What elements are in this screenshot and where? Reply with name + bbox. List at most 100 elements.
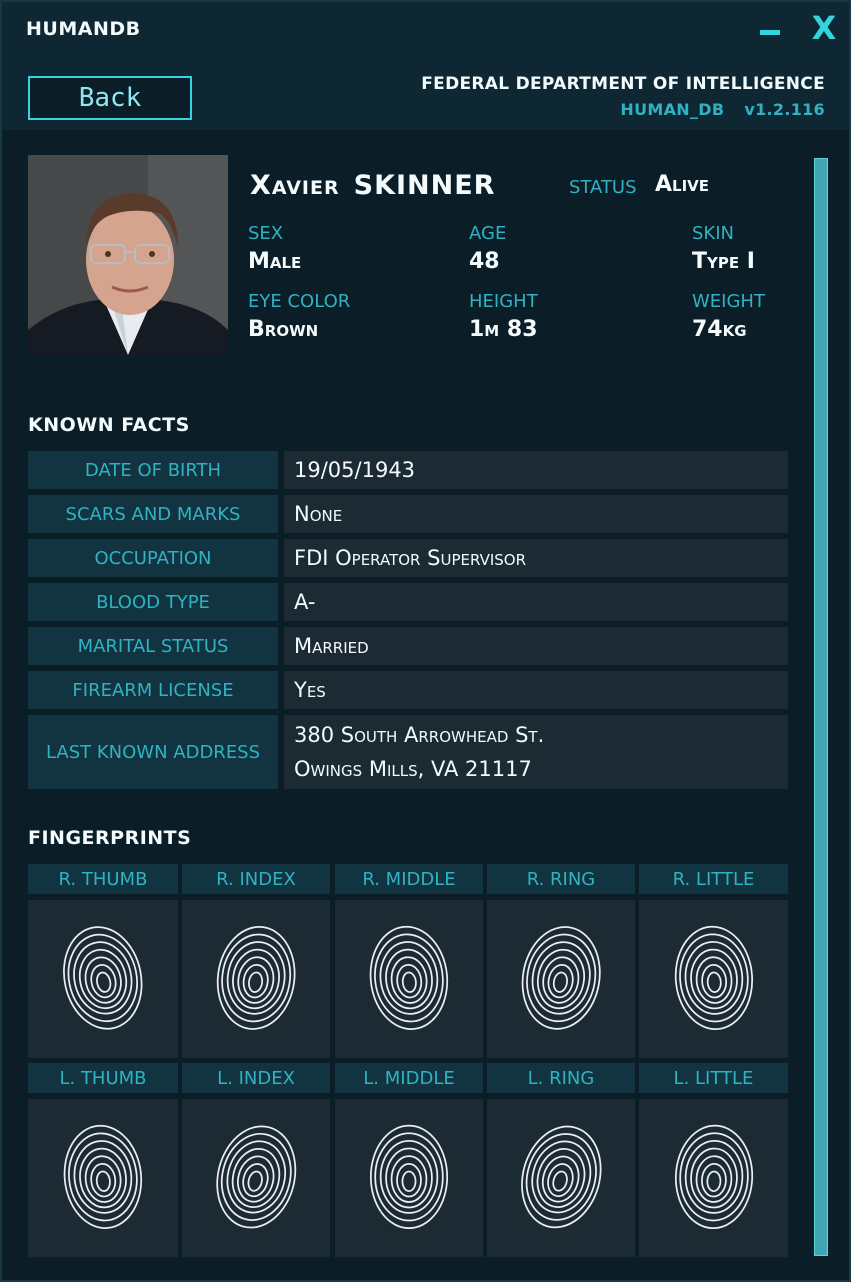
fingerprint-r-little: R. LITTLE: [639, 864, 788, 1058]
fingerprint-icon: [669, 1118, 758, 1238]
fact-row-blood-type: BLOOD TYPE A-: [28, 583, 788, 621]
person-name: Xavier SKINNER: [250, 170, 495, 201]
fingerprint-label: R. LITTLE: [639, 864, 788, 894]
fingerprint-l-little: L. LITTLE: [639, 1063, 788, 1257]
fact-value-line: Married: [294, 634, 369, 658]
person-portrait-icon: [28, 155, 228, 355]
status-value: Alive: [655, 172, 710, 197]
fact-row-firearm-license: FIREARM LICENSE Yes: [28, 671, 788, 709]
fingerprint-image: [28, 900, 178, 1058]
known-facts-title: KNOWN FACTS: [28, 414, 190, 436]
app-version: v1.2.116: [744, 100, 825, 119]
fingerprint-l-index: L. INDEX: [182, 1063, 330, 1257]
fingerprint-label: L. RING: [487, 1063, 635, 1093]
eye-color-label: EYE COLOR: [248, 291, 351, 312]
fact-value-line: Owings Mills, VA 21117: [294, 757, 532, 781]
status-label: STATUS: [569, 177, 637, 198]
fingerprint-label: R. INDEX: [182, 864, 330, 894]
first-name: Xavier: [250, 170, 340, 201]
close-button[interactable]: X: [804, 8, 844, 48]
fingerprint-r-index: R. INDEX: [182, 864, 330, 1058]
fingerprint-image: [487, 900, 635, 1058]
fact-value-line: A-: [294, 590, 316, 614]
skin-label: SKIN: [692, 223, 735, 244]
fingerprint-icon: [211, 1118, 301, 1238]
height-value: 1m 83: [469, 317, 538, 342]
title-bar: HUMANDB X Back FEDERAL DEPARTMENT OF INT…: [2, 2, 849, 130]
fact-key: LAST KNOWN ADDRESS: [28, 715, 278, 789]
fingerprint-r-ring: R. RING: [487, 864, 635, 1058]
fact-value-line: FDI Operator Supervisor: [294, 546, 527, 570]
fingerprint-image: [639, 1099, 788, 1257]
fact-key: DATE OF BIRTH: [28, 451, 278, 489]
fact-row-scars-and-marks: SCARS AND MARKS None: [28, 495, 788, 533]
fingerprint-icon: [516, 1118, 606, 1238]
fingerprint-label: L. THUMB: [28, 1063, 178, 1093]
fact-key: SCARS AND MARKS: [28, 495, 278, 533]
sex-value: Male: [248, 249, 302, 274]
app-meta: HUMAN_DB v1.2.116: [600, 100, 825, 119]
fingerprint-icon: [58, 1118, 148, 1238]
fact-key: FIREARM LICENSE: [28, 671, 278, 709]
fact-value-line: 19/05/1943: [294, 458, 416, 482]
height-label: HEIGHT: [469, 291, 538, 312]
fingerprint-icon: [668, 919, 759, 1039]
fact-value-line: Yes: [294, 678, 326, 702]
fingerprint-icon: [211, 919, 301, 1039]
profile-photo: [28, 155, 228, 355]
agency-name: FEDERAL DEPARTMENT OF INTELLIGENCE: [421, 74, 825, 94]
app-title: HUMANDB: [26, 18, 141, 40]
fingerprint-image: [487, 1099, 635, 1257]
weight-value: 74kg: [692, 317, 747, 342]
fact-value: None: [284, 495, 788, 533]
fact-key: BLOOD TYPE: [28, 583, 278, 621]
skin-value: Type I: [692, 249, 755, 274]
fact-value: Yes: [284, 671, 788, 709]
weight-label: WEIGHT: [692, 291, 765, 312]
fact-row-marital-status: MARITAL STATUS Married: [28, 627, 788, 665]
fingerprint-label: L. MIDDLE: [335, 1063, 483, 1093]
fingerprint-image: [639, 900, 788, 1058]
fact-row-last-known-address: LAST KNOWN ADDRESS 380 South Arrowhead S…: [28, 715, 788, 789]
fingerprint-r-middle: R. MIDDLE: [335, 864, 483, 1058]
app-name: HUMAN_DB: [620, 100, 725, 119]
last-name: SKINNER: [353, 170, 496, 201]
eye-color-value: Brown: [248, 317, 319, 342]
fingerprint-label: L. INDEX: [182, 1063, 330, 1093]
fingerprint-icon: [58, 919, 148, 1039]
fingerprint-icon: [366, 1120, 452, 1236]
fingerprint-image: [335, 900, 483, 1058]
fact-value: Married: [284, 627, 788, 665]
fact-key: OCCUPATION: [28, 539, 278, 577]
fingerprint-image: [28, 1099, 178, 1257]
humandb-window: HUMANDB X Back FEDERAL DEPARTMENT OF INT…: [0, 0, 851, 1282]
fingerprint-image: [335, 1099, 483, 1257]
fact-value: FDI Operator Supervisor: [284, 539, 788, 577]
age-value: 48: [469, 249, 500, 274]
fact-value: A-: [284, 583, 788, 621]
sex-label: SEX: [248, 223, 284, 244]
fingerprint-l-ring: L. RING: [487, 1063, 635, 1257]
minimize-button[interactable]: [754, 10, 788, 48]
fingerprint-l-thumb: L. THUMB: [28, 1063, 178, 1257]
fingerprint-icon: [516, 919, 606, 1039]
fact-value-line: 380 South Arrowhead St.: [294, 723, 545, 747]
fingerprint-image: [182, 1099, 330, 1257]
fingerprints-title: FINGERPRINTS: [28, 827, 192, 849]
fingerprint-r-thumb: R. THUMB: [28, 864, 178, 1058]
fingerprint-label: R. RING: [487, 864, 635, 894]
fingerprint-label: L. LITTLE: [639, 1063, 788, 1093]
fact-row-date-of-birth: DATE OF BIRTH 19/05/1943: [28, 451, 788, 489]
fingerprint-label: R. THUMB: [28, 864, 178, 894]
fingerprint-l-middle: L. MIDDLE: [335, 1063, 483, 1257]
fingerprint-image: [182, 900, 330, 1058]
fingerprint-label: R. MIDDLE: [335, 864, 483, 894]
fact-value: 19/05/1943: [284, 451, 788, 489]
back-button[interactable]: Back: [28, 76, 192, 120]
fact-value-line: None: [294, 502, 343, 526]
fact-row-occupation: OCCUPATION FDI Operator Supervisor: [28, 539, 788, 577]
age-label: AGE: [469, 223, 507, 244]
fact-value: 380 South Arrowhead St. Owings Mills, VA…: [284, 715, 788, 789]
fact-key: MARITAL STATUS: [28, 627, 278, 665]
scrollbar[interactable]: [814, 158, 828, 1256]
